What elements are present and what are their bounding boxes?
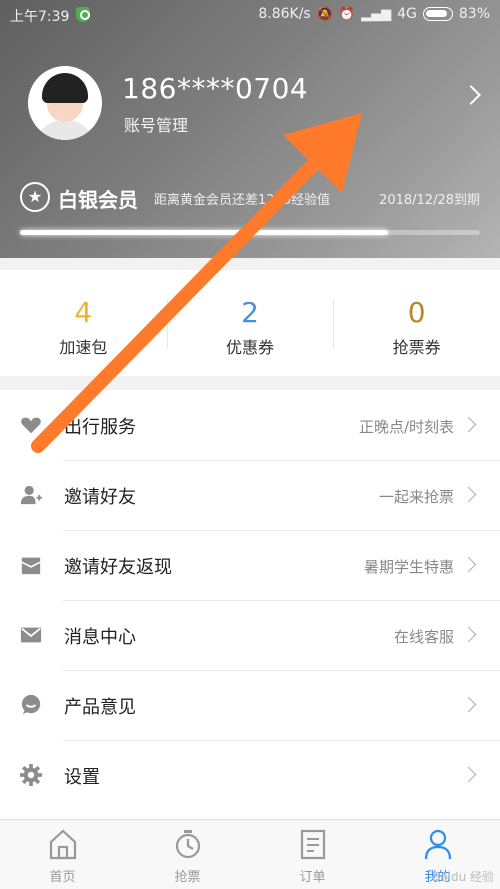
menu-item-invite-friends[interactable]: 邀请好友 一起来抢票	[0, 460, 500, 530]
shield-icon	[76, 7, 90, 22]
stat-label: 加速包	[59, 338, 108, 357]
stat-speedup-pack[interactable]: 4 加速包	[0, 270, 167, 376]
chevron-right-icon	[460, 626, 477, 643]
menu-item-label: 邀请好友	[64, 487, 136, 508]
alarm-icon: ⏰	[338, 6, 356, 22]
menu-item-hint: 在线客服	[393, 628, 454, 646]
member-expire-date: 2018/12/28到期	[379, 193, 480, 208]
envelope-open-icon	[21, 557, 41, 575]
status-bar: 上午7:39 8.86K/s 🔕 ⏰ ▂▄▆ 4G 83%	[0, 0, 500, 30]
stat-label: 抢票券	[392, 338, 441, 357]
tab-label: 首页	[49, 870, 76, 885]
network-type: 4G	[397, 6, 417, 22]
account-manage-link[interactable]: 账号管理	[124, 112, 188, 136]
battery-level: 83%	[458, 6, 490, 22]
membership-row[interactable]: ★ 白银会员 距离黄金会员还差1230经验值 2018/12/28到期	[20, 182, 480, 214]
gear-icon	[20, 764, 42, 786]
status-indicators: 8.86K/s 🔕 ⏰ ▂▄▆ 4G 83%	[258, 6, 490, 22]
member-progress-text: 距离黄金会员还差1230经验值	[154, 193, 331, 208]
menu-item-label: 邀请好友返现	[64, 557, 172, 578]
star-badge-icon: ★	[20, 182, 50, 212]
tab-label: 订单	[299, 870, 326, 885]
member-progress-fill	[20, 230, 388, 235]
stat-value: 2	[241, 296, 259, 329]
stats-row: 4 加速包 2 优惠券 0 抢票券	[0, 270, 500, 376]
menu-item-hint: 暑期学生特惠	[363, 558, 454, 576]
net-speed: 8.86K/s	[258, 6, 311, 22]
stat-value: 4	[74, 296, 93, 329]
tab-grab-tickets[interactable]: 抢票	[125, 820, 250, 889]
chevron-right-icon	[460, 766, 477, 783]
watermark: Baidu 经验	[432, 870, 494, 884]
member-progress-bar	[20, 230, 480, 235]
chevron-right-icon	[460, 486, 477, 503]
menu-list: 出行服务 正晚点/时刻表 邀请好友 一起来抢票 邀请好友返现 暑期学生特惠 消息…	[0, 390, 500, 820]
stat-label: 优惠券	[226, 338, 275, 357]
heart-icon	[21, 417, 41, 434]
menu-item-hint: 一起来抢票	[378, 488, 454, 506]
tab-home[interactable]: 首页	[0, 820, 125, 889]
user-add-icon	[20, 485, 42, 505]
menu-item-label: 设置	[64, 767, 100, 788]
home-icon	[49, 829, 76, 860]
tab-label: 抢票	[174, 870, 201, 885]
avatar[interactable]	[28, 66, 102, 140]
person-icon	[424, 829, 451, 860]
profile-header: 上午7:39 8.86K/s 🔕 ⏰ ▂▄▆ 4G 83% 186****070…	[0, 0, 500, 258]
menu-item-hint: 正晚点/时刻表	[358, 418, 454, 436]
battery-icon	[422, 7, 453, 21]
stat-ticket-vouchers[interactable]: 0 抢票券	[333, 270, 500, 376]
chevron-right-icon	[460, 416, 477, 433]
bottom-tab-bar: 首页 抢票 订单 我的	[0, 819, 500, 889]
document-icon	[300, 829, 325, 860]
member-level: 白银会员	[58, 188, 138, 212]
menu-item-feedback[interactable]: 产品意见	[0, 670, 500, 740]
menu-item-label: 产品意见	[64, 697, 136, 718]
chevron-right-icon[interactable]	[461, 85, 481, 105]
status-time: 上午7:39	[10, 9, 70, 25]
chevron-right-icon	[460, 696, 477, 713]
stopwatch-icon	[175, 830, 200, 859]
menu-item-settings[interactable]: 设置	[0, 740, 500, 810]
menu-item-label: 出行服务	[64, 417, 136, 438]
stat-coupons[interactable]: 2 优惠券	[166, 270, 334, 376]
menu-item-message-center[interactable]: 消息中心 在线客服	[0, 600, 500, 670]
stat-value: 0	[407, 296, 426, 329]
mail-icon	[20, 627, 42, 643]
signal-icon: ▂▄▆	[361, 6, 392, 22]
menu-item-invite-cashback[interactable]: 邀请好友返现 暑期学生特惠	[0, 530, 500, 600]
user-phone[interactable]: 186****0704	[122, 72, 308, 105]
mute-icon: 🔕	[316, 6, 333, 22]
chevron-right-icon	[460, 556, 477, 573]
tab-orders[interactable]: 订单	[250, 820, 375, 889]
menu-item-travel-service[interactable]: 出行服务 正晚点/时刻表	[0, 390, 500, 460]
chat-bubble-icon	[21, 694, 41, 715]
menu-item-label: 消息中心	[64, 627, 136, 648]
